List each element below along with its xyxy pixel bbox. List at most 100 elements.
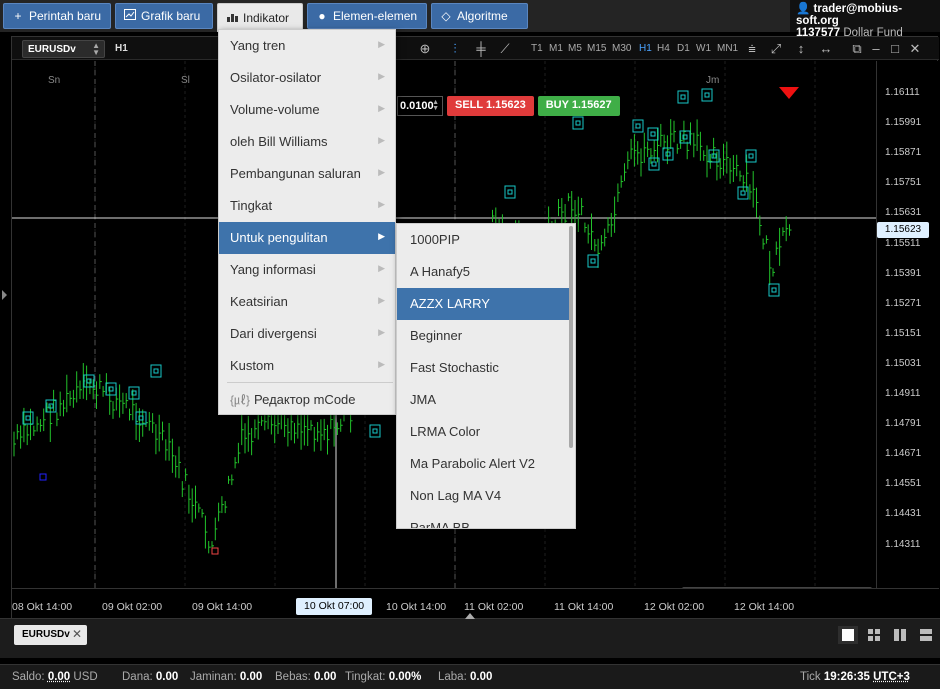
signal-marker — [22, 411, 34, 425]
indicator-category-item[interactable]: Tingkat ▶ — [219, 190, 395, 222]
indicator-category-item[interactable]: Yang tren ▶ — [219, 30, 395, 62]
brush-icon: ● — [318, 9, 326, 23]
horizontal-scale-icon[interactable]: ↔ — [817, 40, 835, 58]
price-tick: 1.14431 — [885, 508, 922, 520]
new-order-button[interactable]: + Perintah baru — [3, 3, 111, 29]
scalping-indicator-item[interactable]: A Hanafy5 — [397, 256, 571, 288]
layout-rows-icon[interactable] — [916, 626, 936, 644]
algorithms-button[interactable]: ◇ Algoritme — [431, 3, 528, 29]
signal-marker — [572, 116, 584, 130]
line-style-icon[interactable]: ⟋ — [496, 40, 514, 58]
one-click-trade-panel: 0.0100 ▲ ▼ SELL 1.15623 BUY 1.15627 — [397, 96, 620, 116]
tick-status: Tick 19:26:35 UTC+3 — [800, 671, 910, 683]
scalping-indicator-item[interactable]: LRMA Color — [397, 416, 571, 448]
scalping-indicator-item[interactable]: AZZX LARRY — [397, 288, 571, 320]
tingkat-status: Tingkat: 0.00% — [345, 671, 421, 683]
indicator-list-icon[interactable]: ⩧ — [743, 40, 761, 58]
chart-tab[interactable]: EURUSDv ✕ — [14, 625, 87, 645]
indicator-category-item[interactable]: oleh Bill Williams ▶ — [219, 126, 395, 158]
timeframe-d1[interactable]: D1 — [677, 43, 690, 54]
jaminan-status: Jaminan: 0.00 — [190, 671, 262, 683]
indicator-category-item[interactable]: Osilator-osilator ▶ — [219, 62, 395, 94]
scalping-indicator-item[interactable]: JMA — [397, 384, 571, 416]
stepper-icon: ▲ ▼ — [92, 41, 100, 57]
close-icon[interactable]: ✕ — [906, 40, 924, 58]
indicators-button[interactable]: Indikator — [217, 3, 303, 32]
day-label-sn: Sn — [48, 75, 61, 86]
timeframe-h4[interactable]: H4 — [657, 43, 670, 54]
dana-label: Dana: — [122, 671, 153, 683]
timeframe-mn1[interactable]: MN1 — [717, 43, 738, 54]
laba-value: 0.00 — [469, 671, 493, 683]
elements-button[interactable]: ● Elemen-elemen — [307, 3, 427, 29]
chevron-right-icon: ▶ — [378, 167, 385, 177]
bar-style-icon[interactable]: ⫶ — [446, 40, 464, 58]
indicator-category-label: Volume-volume — [230, 102, 320, 117]
detach-icon[interactable]: ⧉ — [848, 40, 866, 58]
saldo-value[interactable]: 0.00 — [48, 671, 70, 683]
sell-button[interactable]: SELL 1.15623 — [447, 96, 534, 116]
signal-marker-dot — [590, 258, 596, 264]
buy-button[interactable]: BUY 1.15627 — [537, 96, 620, 116]
chevron-right-icon: ▶ — [378, 71, 385, 81]
symbol-select[interactable]: EURUSDv ▲ ▼ — [22, 40, 105, 58]
timeframe-h1[interactable]: H1 — [639, 43, 652, 54]
time-axis[interactable]: 08 Okt 14:00 09 Okt 02:00 09 Okt 14:00 10 O… — [12, 588, 939, 618]
current-price-label: 1.15623 — [877, 222, 929, 238]
layout-single-icon[interactable] — [838, 626, 858, 644]
minimize-icon[interactable]: – — [867, 40, 885, 58]
lot-input[interactable]: 0.0100 ▲ ▼ — [397, 96, 443, 116]
signal-marker — [504, 185, 516, 199]
main-toolbar: + Perintah baru Grafik baru Indikator ● … — [0, 0, 940, 39]
price-tick: 1.14311 — [885, 538, 921, 550]
indicator-category-item[interactable]: Untuk pengulitan ▶ — [219, 222, 395, 254]
signal-marker — [768, 283, 780, 297]
code-braces-icon: {㎕} — [230, 393, 251, 407]
timeframe-w1[interactable]: W1 — [696, 43, 711, 54]
submenu-scrollbar[interactable] — [569, 226, 573, 448]
vertical-scale-icon[interactable]: ↕ — [792, 40, 810, 58]
timeframe-t1[interactable]: T1 — [531, 43, 543, 54]
close-tab-icon[interactable]: ✕ — [72, 627, 82, 641]
layout-grid-icon[interactable] — [864, 626, 884, 644]
lot-value: 0.0100 — [400, 100, 434, 112]
crosshair-icon[interactable]: ⊕ — [416, 40, 434, 58]
account-info[interactable]: 👤 trader@mobius-soft.org 1137577 Dollar … — [790, 0, 940, 39]
expand-panel-icon[interactable] — [465, 613, 475, 619]
scalping-indicator-item[interactable]: 1000PIP — [397, 224, 571, 256]
timezone-select[interactable]: UTC+3 — [873, 671, 910, 683]
scalping-indicator-item[interactable]: Beginner — [397, 320, 571, 352]
scalping-indicator-item[interactable]: Fast Stochastic — [397, 352, 571, 384]
layout-columns-icon[interactable] — [890, 626, 910, 644]
indicator-category-item[interactable]: Pembangunan saluran ▶ — [219, 158, 395, 190]
left-collapse-icon[interactable] — [2, 290, 7, 300]
chevron-right-icon: ▶ — [378, 231, 385, 241]
indicator-category-item[interactable]: Yang informasi ▶ — [219, 254, 395, 286]
price-tick: 1.15391 — [885, 267, 922, 279]
timeframe-m15[interactable]: M15 — [587, 43, 606, 54]
tingkat-label: Tingkat: — [345, 671, 386, 683]
indicator-category-label: Keatsirian — [230, 294, 288, 309]
indicator-category-item[interactable]: Dari divergensi ▶ — [219, 318, 395, 350]
sell-signal-marker — [211, 547, 219, 555]
scalping-indicator-item[interactable]: Ma Parabolic Alert V2 — [397, 448, 571, 480]
indicator-category-label: Yang tren — [230, 38, 286, 53]
price-axis[interactable]: 1.16111 1.15991 1.15871 1.15751 1.15631 1.155… — [876, 61, 939, 588]
scalping-submenu: 1000PIP A Hanafy5 AZZX LARRY Beginner Fast S… — [396, 223, 576, 529]
indicator-category-item[interactable]: Keatsirian ▶ — [219, 286, 395, 318]
candle-style-icon[interactable]: ╪ — [472, 40, 490, 58]
fit-icon[interactable]: ⤢ — [767, 40, 785, 58]
indicator-category-item[interactable]: Kustom ▶ — [219, 350, 395, 382]
timeframe-m1[interactable]: M1 — [549, 43, 563, 54]
maximize-icon[interactable]: □ — [886, 40, 904, 58]
timeframe-m5[interactable]: M5 — [568, 43, 582, 54]
indicators-label: Indikator — [243, 11, 290, 25]
time-tick: 08 Okt 14:00 — [12, 601, 73, 613]
scalping-indicator-item[interactable]: Non Lag MA V4 — [397, 480, 571, 512]
timeframe-m30[interactable]: M30 — [612, 43, 631, 54]
signal-marker-dot — [748, 153, 754, 159]
scalping-indicator-item[interactable]: ParMA BB — [397, 512, 571, 528]
indicator-category-item[interactable]: Volume-volume ▶ — [219, 94, 395, 126]
new-chart-button[interactable]: Grafik baru — [115, 3, 213, 29]
mcode-editor-item[interactable]: {㎕} Редактор mCode — [219, 384, 395, 414]
